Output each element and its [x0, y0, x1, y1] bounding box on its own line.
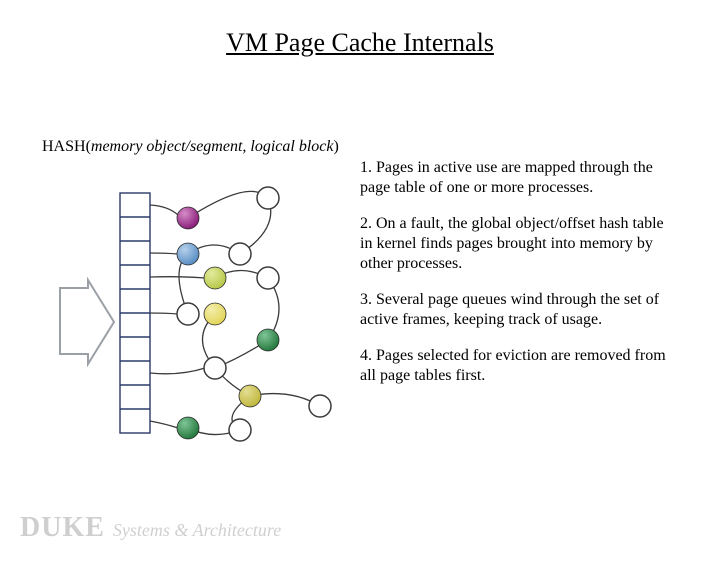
inbound-arrow	[60, 280, 114, 364]
hash-args: memory object/segment, logical block	[91, 138, 334, 155]
footer-brand: DUKE	[20, 512, 105, 544]
footer-tagline: Systems & Architecture	[113, 520, 281, 541]
hash-label: HASH(memory object/segment, logical bloc…	[42, 138, 339, 156]
explanation-text: 1. Pages in active use are mapped throug…	[360, 158, 670, 402]
paragraph-3: 3. Several page queues wind through the …	[360, 290, 670, 330]
queue-links	[150, 191, 320, 434]
hash-suffix: )	[333, 138, 338, 155]
vm-cache-diagram	[40, 158, 350, 458]
page-table	[120, 193, 150, 433]
paragraph-2: 2. On a fault, the global object/offset …	[360, 214, 670, 274]
paragraph-1: 1. Pages in active use are mapped throug…	[360, 158, 670, 198]
paragraph-4: 4. Pages selected for eviction are remov…	[360, 346, 670, 386]
page-title: VM Page Cache Internals	[0, 28, 720, 58]
hash-prefix: HASH(	[42, 138, 91, 155]
footer: DUKE Systems & Architecture	[20, 512, 281, 544]
